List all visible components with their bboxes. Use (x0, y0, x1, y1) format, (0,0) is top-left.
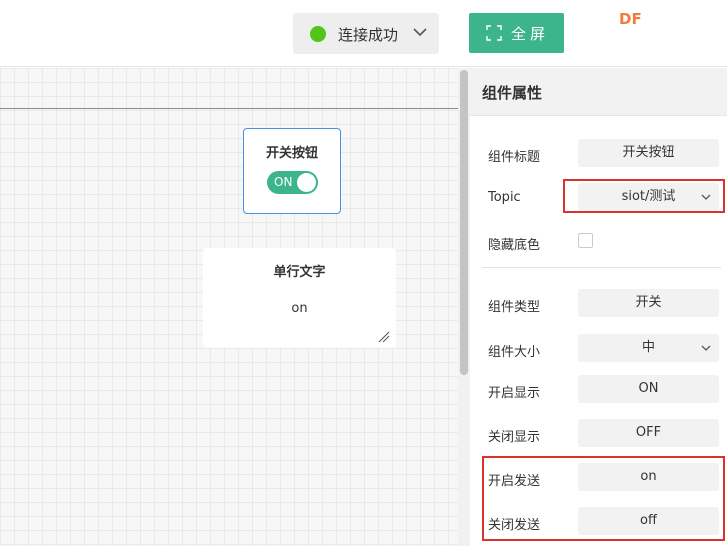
connection-status-button[interactable]: 连接成功 (293, 13, 439, 54)
switch-widget-title: 开关按钮 (265, 146, 318, 161)
toggle-knob (297, 173, 316, 192)
scrollbar-thumb[interactable] (460, 70, 468, 375)
resize-handle-icon[interactable] (378, 331, 390, 343)
off-display-field[interactable]: OFF (578, 419, 719, 447)
topic-highlight-box (563, 179, 725, 213)
size-value: 中 (641, 340, 655, 355)
type-label: 组件类型 (488, 300, 541, 315)
title-label: 组件标题 (488, 150, 541, 165)
fullscreen-icon (486, 25, 502, 41)
on-display-label: 开启显示 (488, 386, 541, 401)
brand-logo: DF (619, 10, 642, 28)
title-field[interactable]: 开关按钮 (578, 139, 719, 167)
type-field[interactable]: 开关 (578, 289, 719, 317)
text-widget-value: on (291, 301, 308, 316)
fullscreen-button[interactable]: 全屏 (469, 13, 564, 53)
panel-title: 组件属性 (482, 84, 543, 102)
send-values-highlight-box (482, 456, 725, 541)
chevron-down-icon (701, 345, 711, 351)
text-widget[interactable]: 单行文字 on (203, 248, 396, 348)
fullscreen-label: 全屏 (511, 25, 550, 43)
panel-divider (482, 267, 721, 268)
on-display-field[interactable]: ON (578, 375, 719, 403)
size-select[interactable]: 中 (578, 334, 719, 362)
off-display-label: 关闭显示 (488, 430, 541, 445)
chevron-down-icon (413, 28, 427, 37)
canvas-scrollbar[interactable] (458, 68, 470, 546)
connection-label: 连接成功 (338, 26, 399, 44)
dashboard-canvas[interactable]: 开关按钮 ON 单行文字 on (0, 68, 458, 546)
switch-widget[interactable]: 开关按钮 ON (243, 128, 341, 214)
canvas-guide-line (0, 108, 458, 109)
hide-bg-checkbox[interactable] (578, 233, 593, 248)
status-dot-icon (310, 26, 326, 42)
top-bar: 连接成功 全屏 DF (0, 0, 727, 67)
toggle-text: ON (274, 175, 293, 189)
panel-header: 组件属性 (470, 68, 727, 116)
hide-bg-label: 隐藏底色 (488, 238, 541, 253)
text-widget-title: 单行文字 (273, 265, 326, 280)
size-label: 组件大小 (488, 345, 541, 360)
topic-label: Topic (488, 190, 521, 205)
toggle-switch[interactable]: ON (267, 171, 318, 194)
